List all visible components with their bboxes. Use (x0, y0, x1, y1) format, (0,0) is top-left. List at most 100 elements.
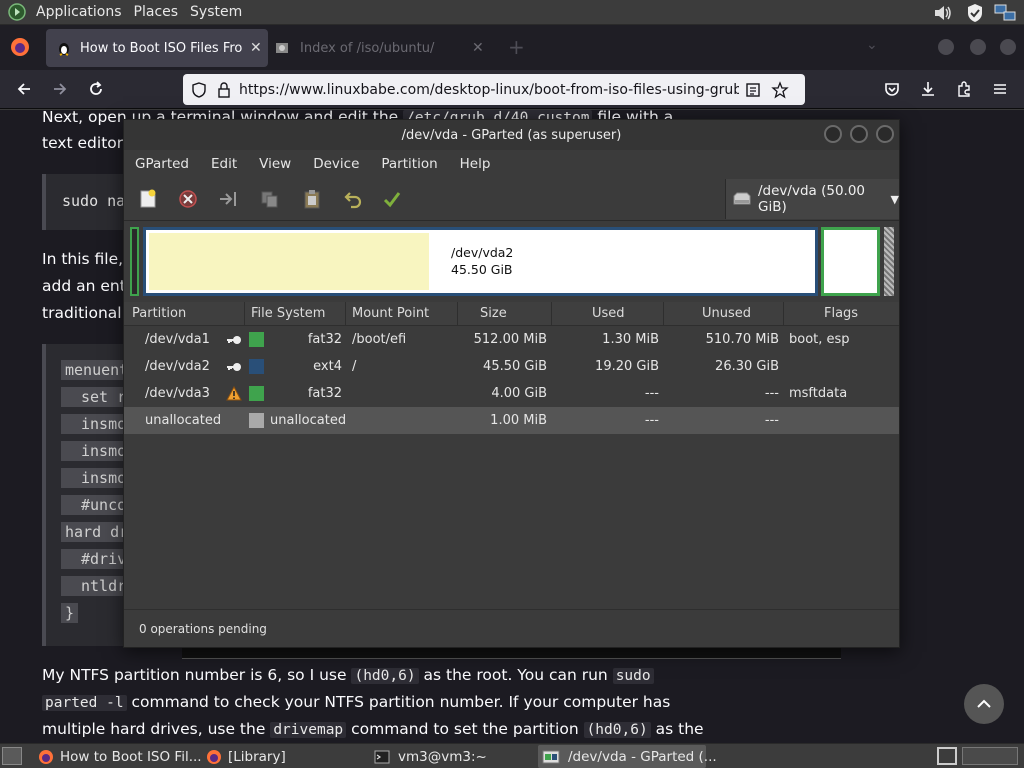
maximize-icon[interactable] (970, 39, 986, 55)
tab-close-icon[interactable]: ✕ (250, 40, 262, 56)
url-bar[interactable]: https://www.linuxbabe.com/desktop-linux/… (183, 74, 805, 105)
text: My NTFS partition number is 6, so I use (42, 666, 347, 684)
used: --- (644, 386, 659, 401)
gparted-toolbar: /dev/vda (50.00 GiB) ▼ (124, 177, 899, 221)
menu-device[interactable]: Device (302, 156, 370, 172)
article-paragraph: parted -l command to check your NTFS par… (42, 693, 670, 711)
terminal-icon (374, 750, 390, 764)
show-desktop-icon[interactable] (2, 747, 22, 765)
task-label: [Library] (228, 748, 286, 765)
reader-view-icon[interactable] (745, 82, 761, 98)
reload-icon[interactable] (82, 75, 110, 103)
new-tab-icon[interactable]: + (508, 35, 525, 59)
resize-move-icon[interactable] (214, 185, 242, 213)
new-partition-icon[interactable] (134, 185, 162, 213)
code-line: hard dr (61, 522, 133, 542)
tab-active[interactable]: How to Boot ISO Files From ✕ (46, 29, 268, 67)
forward-icon[interactable] (46, 75, 74, 103)
code-line: } (61, 603, 79, 623)
partition-row[interactable]: /dev/vda1 fat32 /boot/efi 512.00 MiB 1.3… (124, 326, 899, 353)
menu-edit[interactable]: Edit (200, 156, 248, 172)
code-line: insmo (61, 441, 131, 461)
partition-block-vda3[interactable] (821, 227, 880, 296)
workspace-pager[interactable] (962, 747, 1018, 765)
partition-row[interactable]: /dev/vda3 fat32 4.00 GiB --- --- msftdat… (124, 380, 899, 407)
system-menu[interactable]: System (184, 4, 248, 20)
column-header-flags[interactable]: Flags (784, 302, 899, 326)
bookmark-star-icon[interactable] (771, 80, 789, 99)
column-header-partition[interactable]: Partition (124, 302, 245, 326)
taskbar-item-firefox[interactable]: How to Boot ISO Fil... (38, 745, 202, 768)
gparted-statusbar: 0 operations pending (124, 611, 899, 647)
device-selector[interactable]: /dev/vda (50.00 GiB) ▼ (725, 179, 899, 219)
workspace-switcher-icon[interactable] (937, 747, 957, 765)
volume-icon[interactable] (932, 2, 954, 23)
menu-view[interactable]: View (248, 156, 302, 172)
list-tabs-icon[interactable]: ⌄ (866, 37, 878, 53)
menu-help[interactable]: Help (449, 156, 502, 172)
partition-row[interactable]: /dev/vda2 ext4 / 45.50 GiB 19.20 GiB 26.… (124, 353, 899, 380)
taskbar-item-gparted[interactable]: /dev/vda - GParted (... (538, 745, 717, 768)
taskbar-item-terminal[interactable]: vm3@vm3:~ (374, 745, 534, 768)
scroll-to-top-button[interactable] (964, 684, 1004, 724)
page-favicon-icon (274, 40, 290, 56)
code-line: menuent (61, 360, 133, 380)
navigation-bar: https://www.linuxbabe.com/desktop-linux/… (0, 70, 1024, 109)
tracking-protection-icon[interactable] (191, 81, 207, 98)
partition-row-selected[interactable]: unallocated unallocated 1.00 MiB --- --- (124, 407, 899, 434)
copy-icon[interactable] (256, 185, 284, 213)
maximize-icon[interactable] (850, 125, 868, 143)
column-header-unused[interactable]: Unused (664, 302, 784, 326)
size: 512.00 MiB (473, 332, 547, 347)
applications-menu[interactable]: Applications (30, 4, 128, 20)
partition-block-unallocated[interactable] (884, 227, 894, 296)
window-title: /dev/vda - GParted (as superuser) (401, 127, 622, 143)
paste-icon[interactable] (298, 185, 326, 213)
column-header-file-system[interactable]: File System (245, 302, 346, 326)
command-text: sudo na (62, 192, 126, 210)
column-header-used[interactable]: Used (552, 302, 664, 326)
tab-close-icon[interactable]: ✕ (472, 40, 484, 56)
lock-icon[interactable] (217, 81, 231, 98)
network-icon[interactable] (994, 2, 1016, 23)
partition-name: /dev/vda2 (451, 245, 514, 260)
gparted-titlebar[interactable]: /dev/vda - GParted (as superuser) (124, 120, 899, 150)
tab-inactive[interactable]: Index of /iso/ubuntu/ ✕ (274, 29, 494, 67)
taskbar-item-library[interactable]: [Library] (206, 745, 366, 768)
menu-hamburger-icon[interactable] (986, 75, 1014, 103)
partition-block-vda1[interactable] (130, 227, 139, 296)
undo-icon[interactable] (338, 185, 366, 213)
minimize-icon[interactable] (938, 39, 954, 55)
pocket-icon[interactable] (878, 75, 906, 103)
close-window-icon[interactable] (1000, 39, 1016, 55)
minimize-icon[interactable] (824, 125, 842, 143)
gparted-window: /dev/vda - GParted (as superuser) GParte… (123, 119, 900, 648)
firefox-icon (206, 749, 222, 765)
delete-partition-icon[interactable] (174, 185, 202, 213)
warning-icon (226, 385, 242, 405)
url-text: https://www.linuxbabe.com/desktop-linux/… (239, 81, 739, 98)
extensions-icon[interactable] (950, 75, 978, 103)
close-icon[interactable] (876, 125, 894, 143)
gnome-logo-icon[interactable] (8, 3, 26, 21)
config-code-block: menuent set r insmo insmo insmo #unco ha… (42, 344, 133, 646)
device-label: /dev/vda (50.00 GiB) (758, 183, 865, 215)
fs-color-swatch (249, 332, 264, 347)
back-icon[interactable] (10, 75, 38, 103)
menu-gparted[interactable]: GParted (124, 156, 200, 172)
partition-block-vda2[interactable]: /dev/vda2 45.50 GiB (143, 227, 818, 296)
column-header-size[interactable]: Size (458, 302, 552, 326)
dropdown-arrow-icon: ▼ (890, 192, 899, 206)
firefox-icon[interactable] (10, 37, 30, 61)
partition-block-label: /dev/vda2 45.50 GiB (451, 244, 513, 278)
apply-icon[interactable] (378, 185, 406, 213)
shield-icon[interactable] (964, 2, 986, 23)
article-paragraph: multiple hard drives, use the drivemap c… (42, 720, 704, 738)
file-system: fat32 (307, 386, 342, 401)
task-label: /dev/vda - GParted (... (568, 748, 717, 765)
downloads-icon[interactable] (914, 75, 942, 103)
menu-partition[interactable]: Partition (370, 156, 448, 172)
gparted-icon (542, 750, 560, 764)
places-menu[interactable]: Places (128, 4, 185, 20)
column-header-mount-point[interactable]: Mount Point (346, 302, 458, 326)
